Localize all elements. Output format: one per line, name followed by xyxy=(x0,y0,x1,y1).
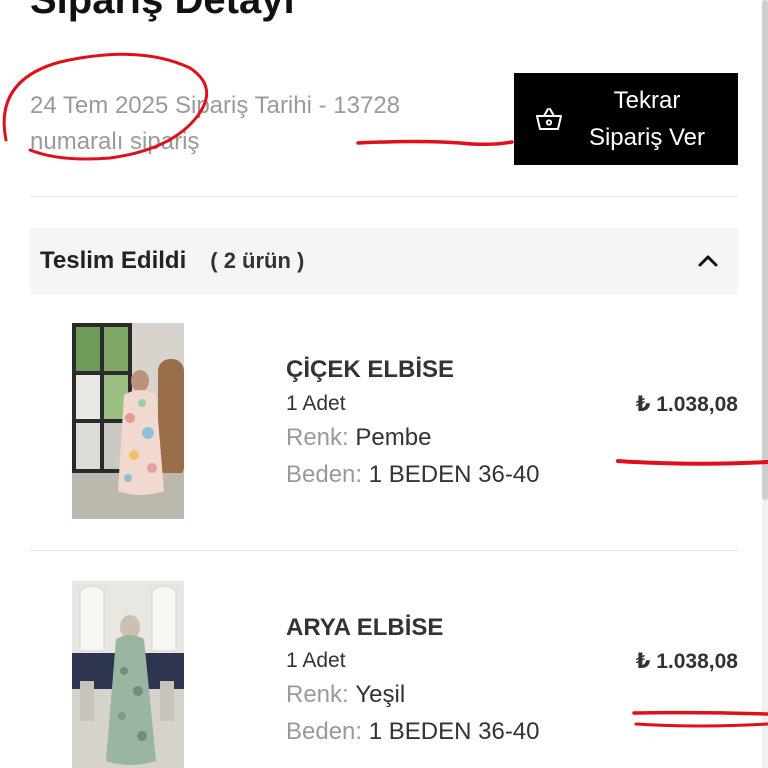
scrollbar[interactable] xyxy=(762,0,768,768)
divider xyxy=(30,196,738,197)
color-label: Renk: xyxy=(286,424,349,451)
product-name[interactable]: ARYA ELBİSE xyxy=(286,614,443,642)
scrollbar-thumb[interactable] xyxy=(762,0,768,500)
product-name[interactable]: ÇİÇEK ELBİSE xyxy=(286,356,454,384)
color-value: Pembe xyxy=(355,424,432,451)
color-label: Renk: xyxy=(286,681,349,708)
size-label: Beden: xyxy=(286,718,363,745)
order-number-suffix: numaralı sipariş xyxy=(30,128,200,155)
chevron-up-icon[interactable] xyxy=(696,249,720,273)
product-price: ₺ 1.038,08 xyxy=(635,393,738,416)
item-count: ( 2 ürün ) xyxy=(210,248,305,273)
product-color: Renk: Pembe xyxy=(286,424,431,452)
product-quantity: 1 Adet xyxy=(286,649,346,672)
size-value: 1 BEDEN 36-40 xyxy=(368,461,540,488)
product-image[interactable] xyxy=(72,581,184,768)
product-image[interactable] xyxy=(72,323,184,519)
reorder-button[interactable]: Tekrar Sipariş Ver xyxy=(514,73,738,165)
product-size: Beden: 1 BEDEN 36-40 xyxy=(286,718,540,746)
reorder-button-label: Tekrar Sipariş Ver xyxy=(588,87,706,151)
size-value: 1 BEDEN 36-40 xyxy=(368,718,540,745)
delivery-status: Teslim Edildi xyxy=(40,247,187,274)
page-title: Sipariş Detayı xyxy=(30,0,295,22)
product-size: Beden: 1 BEDEN 36-40 xyxy=(286,461,540,489)
order-date-number: 24 Tem 2025 Sipariş Tarihi - 13728 xyxy=(30,92,401,119)
color-value: Yeşil xyxy=(355,681,406,708)
basket-icon xyxy=(532,102,566,136)
order-meta: 24 Tem 2025 Sipariş Tarihi - 13728 numar… xyxy=(30,88,490,160)
size-label: Beden: xyxy=(286,461,363,488)
divider xyxy=(30,550,738,551)
product-price: ₺ 1.038,08 xyxy=(635,650,738,673)
product-quantity: 1 Adet xyxy=(286,392,346,415)
delivery-group-header[interactable]: Teslim Edildi ( 2 ürün ) xyxy=(30,228,738,294)
product-color: Renk: Yeşil xyxy=(286,681,405,709)
